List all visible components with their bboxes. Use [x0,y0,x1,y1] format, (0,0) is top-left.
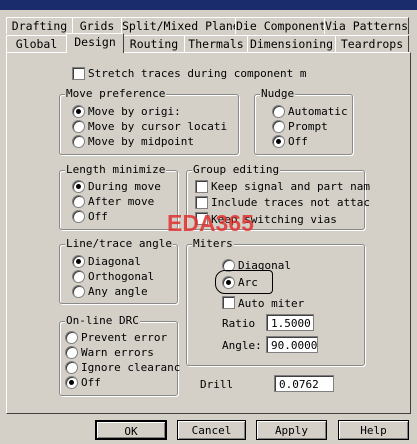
tab-global[interactable]: Global [6,35,67,52]
angle-field[interactable]: 90.0000 [266,336,318,353]
drc-prevent-radio[interactable] [65,331,78,344]
move-by-cursor-radio[interactable] [72,120,85,133]
stretch-traces-checkbox[interactable] [72,67,85,80]
auto-miter-label: Auto miter [238,297,305,310]
nudge-off-label: Off [288,135,308,148]
length-off-radio[interactable] [72,210,85,223]
nudge-automatic-radio[interactable] [272,105,285,118]
tab-die-component[interactable]: Die Component [235,17,325,34]
include-traces-label: Include traces not attac [211,196,370,209]
move-by-cursor-label: Move by cursor locati [88,120,228,133]
length-off-label: Off [88,210,108,223]
angle-diagonal-radio[interactable] [72,255,85,268]
auto-miter-checkbox[interactable] [222,296,235,309]
group-editing-title: Group editing [192,163,281,176]
miter-arc-radio[interactable] [222,276,235,289]
length-during-move-label: During move [88,180,161,193]
move-preference-title: Move preference [65,87,167,100]
nudge-automatic-label: Automatic [288,105,348,118]
miter-arc-label: Arc [238,276,258,289]
drc-ignore-radio[interactable] [65,361,78,374]
tab-teardrops[interactable]: Teardrops [335,35,409,52]
drill-field[interactable]: 0.0762 [274,375,334,392]
drc-off-radio[interactable] [65,376,78,389]
angle-orthogonal-radio[interactable] [72,270,85,283]
title-bar [0,0,417,10]
nudge-off-radio[interactable] [272,135,285,148]
online-drc-title: On-line DRC [65,314,140,327]
cancel-button[interactable]: Cancel [177,420,246,440]
drc-warn-label: Warn errors [81,346,154,359]
line-trace-angle-title: Line/trace angle [65,237,173,250]
watermark-logo: EDA365 [167,210,254,236]
tab-grids[interactable]: Grids [72,17,122,34]
tab-routing[interactable]: Routing [123,35,185,52]
ratio-field[interactable]: 1.5000 [266,314,314,331]
tab-split-mixed-plane[interactable]: Split/Mixed Plane [121,17,236,34]
angle-any-label: Any angle [88,285,148,298]
angle-any-radio[interactable] [72,285,85,298]
keep-signal-checkbox[interactable] [195,180,208,193]
move-by-midpoint-radio[interactable] [72,135,85,148]
tab-drafting[interactable]: Drafting [6,17,73,34]
drc-warn-radio[interactable] [65,346,78,359]
ratio-label: Ratio [222,317,256,330]
angle-orthogonal-label: Orthogonal [88,270,155,283]
move-by-origin-label: Move by origi: [88,105,181,118]
miters-title: Miters [192,237,234,250]
apply-button[interactable]: Apply [256,420,327,440]
length-during-move-radio[interactable] [72,180,85,193]
help-button[interactable]: Help [338,420,409,440]
drc-prevent-label: Prevent error [81,331,168,344]
move-by-origin-radio[interactable] [72,105,85,118]
stretch-traces-label: Stretch traces during component m [88,67,307,80]
nudge-prompt-label: Prompt [288,120,328,133]
tab-via-patterns[interactable]: Via Patterns [324,17,409,34]
angle-diagonal-label: Diagonal [88,255,141,268]
drc-off-label: Off [81,376,101,389]
tab-thermals[interactable]: Thermals [184,35,248,52]
drc-ignore-label: Ignore clearanc [81,361,181,374]
length-after-move-radio[interactable] [72,195,85,208]
angle-label: Angle: [222,339,262,352]
include-traces-checkbox[interactable] [195,196,208,209]
drill-label: Drill [200,378,234,391]
ok-button[interactable]: OK [95,420,167,440]
length-after-move-label: After move [88,195,155,208]
tab-dimensioning[interactable]: Dimensioning [247,35,336,52]
nudge-title: Nudge [260,87,296,100]
move-by-midpoint-label: Move by midpoint [88,135,194,148]
tab-design[interactable]: Design [66,33,124,53]
nudge-prompt-radio[interactable] [272,120,285,133]
length-minimize-title: Length minimize [65,163,167,176]
keep-signal-label: Keep signal and part nam [211,180,370,193]
